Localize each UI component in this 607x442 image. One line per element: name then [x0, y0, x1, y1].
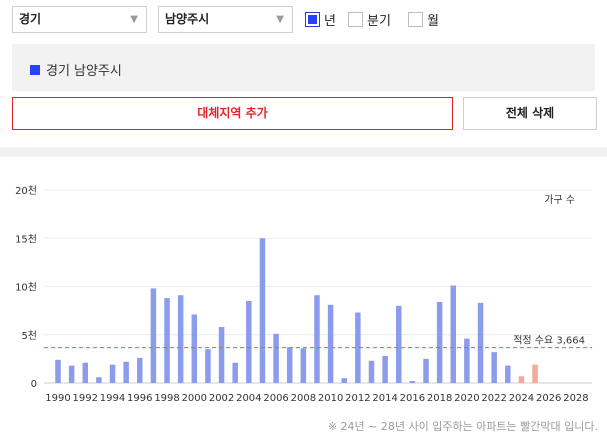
supply-bar[interactable]: [205, 349, 211, 383]
y-tick-label: 10천: [15, 282, 37, 294]
district-select-value: 남양주시: [165, 12, 210, 26]
supply-bar[interactable]: [368, 360, 375, 383]
legend-square-icon: [30, 64, 40, 75]
supply-bar[interactable]: [246, 300, 252, 383]
x-tick-label: 2004: [236, 393, 261, 404]
supply-bar[interactable]: [82, 362, 89, 383]
supply-bar[interactable]: [55, 359, 61, 383]
chart-legend-label: 가구 수: [544, 194, 575, 206]
supply-bar[interactable]: [505, 365, 511, 383]
checkbox-icon: [408, 11, 423, 27]
supply-bar[interactable]: [164, 298, 170, 383]
x-tick-label: 1994: [100, 393, 125, 404]
chevron-down-icon: ▼: [276, 14, 284, 25]
supply-bar[interactable]: [259, 238, 266, 383]
region-select-value: 경기: [19, 12, 42, 26]
period-year-checkbox[interactable]: 년: [305, 10, 336, 29]
x-tick-label: 2000: [182, 393, 207, 404]
supply-bar[interactable]: [232, 362, 238, 383]
supply-bar[interactable]: [68, 365, 75, 383]
x-tick-label: 1992: [73, 393, 98, 404]
period-quarter-checkbox[interactable]: 분기: [348, 10, 391, 29]
threshold-label: 적정 수요 3,664: [513, 335, 585, 347]
x-tick-label: 2016: [400, 393, 425, 404]
supply-bar[interactable]: [286, 347, 293, 383]
supply-bar[interactable]: [450, 285, 457, 383]
y-tick-label: 0: [31, 379, 37, 390]
supply-bar[interactable]: [396, 305, 402, 383]
supply-bar[interactable]: [314, 295, 320, 383]
period-month-checkbox[interactable]: 월: [408, 10, 439, 29]
x-tick-label: 2002: [209, 393, 234, 404]
x-tick-label: 1996: [127, 393, 152, 404]
x-tick-label: 2014: [372, 393, 397, 404]
checkbox-icon: [305, 11, 320, 27]
supply-bar[interactable]: [382, 355, 388, 383]
checkbox-icon: [348, 11, 363, 27]
district-select[interactable]: 남양주시 ▼: [158, 6, 293, 33]
supply-bar[interactable]: [300, 348, 307, 383]
supply-bar[interactable]: [409, 381, 416, 383]
delete-all-button[interactable]: 전체 삭제: [463, 97, 597, 130]
supply-bar[interactable]: [341, 378, 347, 383]
y-tick-label: 20천: [15, 185, 37, 197]
supply-bar[interactable]: [177, 295, 184, 383]
supply-bar[interactable]: [327, 304, 334, 383]
supply-chart: 05천10천15천20천 1990 1992 1994 1996 1998 2000 200…: [15, 185, 592, 404]
supply-bar[interactable]: [423, 358, 429, 383]
section-divider: [0, 147, 607, 157]
period-month-label: 월: [427, 13, 439, 29]
x-tick-label: 2018: [427, 393, 452, 404]
add-region-button[interactable]: 대체지역 추가: [12, 97, 453, 130]
supply-bar[interactable]: [436, 301, 443, 383]
supply-bar[interactable]: [191, 314, 198, 383]
footnote: ※ 24년 ~ 28년 사이 입주하는 아파트는 빨간막대 입니다.: [327, 420, 598, 433]
selected-region-label: 경기 남양주시: [46, 64, 122, 79]
period-year-label: 년: [324, 13, 336, 29]
supply-bar[interactable]: [477, 302, 484, 383]
y-tick-label: 5천: [21, 330, 37, 342]
x-tick-label: 2022: [481, 393, 506, 404]
supply-bar[interactable]: [464, 338, 470, 383]
supply-bar[interactable]: [218, 327, 225, 383]
supply-bar[interactable]: [96, 377, 102, 383]
supply-bar[interactable]: [109, 364, 116, 383]
supply-bar[interactable]: [137, 357, 143, 383]
supply-bar[interactable]: [123, 361, 129, 383]
supply-bar[interactable]: [273, 333, 279, 383]
x-tick-label: 2028: [563, 393, 588, 404]
selected-region-item[interactable]: 경기 남양주시: [30, 60, 122, 79]
x-tick-label: 2010: [318, 393, 343, 404]
x-tick-label: 2008: [291, 393, 316, 404]
x-tick-label: 2020: [454, 393, 479, 404]
y-tick-label: 15천: [15, 233, 37, 245]
period-quarter-label: 분기: [367, 13, 391, 29]
x-tick-label: 2012: [345, 393, 370, 404]
region-select[interactable]: 경기 ▼: [12, 6, 147, 33]
x-tick-label: 2024: [509, 393, 534, 404]
chevron-down-icon: ▼: [130, 14, 138, 25]
x-tick-label: 2026: [536, 393, 561, 404]
planned-bar[interactable]: [518, 376, 525, 383]
supply-bar[interactable]: [491, 352, 497, 383]
selected-regions-panel: 경기 남양주시: [12, 44, 595, 91]
x-tick-label: 1990: [45, 393, 70, 404]
planned-bar[interactable]: [532, 364, 538, 383]
supply-bar[interactable]: [150, 288, 157, 383]
x-tick-label: 2006: [263, 393, 288, 404]
x-tick-label: 1998: [154, 393, 179, 404]
